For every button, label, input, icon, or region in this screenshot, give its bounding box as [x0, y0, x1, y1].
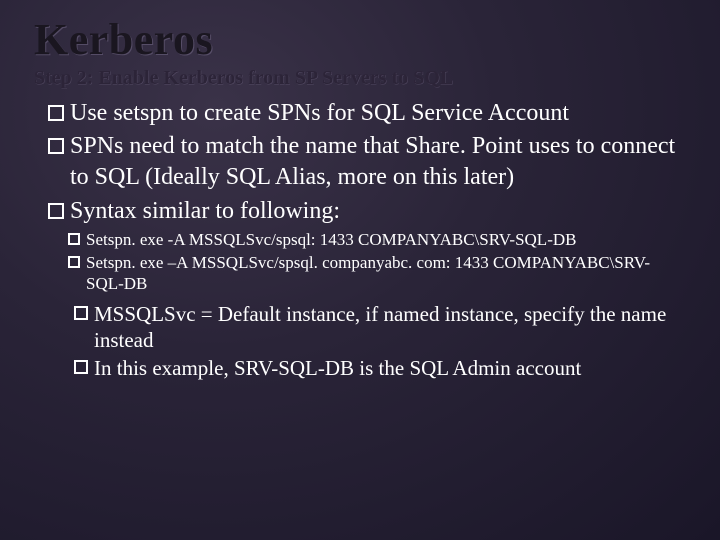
slide-title: Kerberos: [34, 14, 686, 65]
bullet-text: MSSQLSvc = Default instance, if named in…: [94, 301, 686, 354]
square-bullet-icon: [74, 360, 88, 374]
bullet-text: SPNs need to match the name that Share. …: [70, 131, 686, 193]
square-bullet-icon: [68, 256, 80, 268]
list-item: MSSQLSvc = Default instance, if named in…: [74, 301, 686, 354]
list-item: SPNs need to match the name that Share. …: [48, 131, 686, 193]
square-bullet-icon: [48, 203, 64, 219]
list-item: Setspn. exe –A MSSQLSvc/spsql. companyab…: [68, 252, 686, 295]
bullet-text: In this example, SRV-SQL-DB is the SQL A…: [94, 355, 581, 381]
bullet-list-level-3: Setspn. exe -A MSSQLSvc/spsql: 1433 COMP…: [34, 229, 686, 295]
list-item: Use setspn to create SPNs for SQL Servic…: [48, 98, 686, 129]
bullet-list-level-1: Use setspn to create SPNs for SQL Servic…: [34, 98, 686, 227]
bullet-text: Syntax similar to following:: [70, 196, 340, 227]
square-bullet-icon: [48, 105, 64, 121]
list-item: Setspn. exe -A MSSQLSvc/spsql: 1433 COMP…: [68, 229, 686, 250]
square-bullet-icon: [68, 233, 80, 245]
bullet-text: Setspn. exe –A MSSQLSvc/spsql. companyab…: [86, 252, 686, 295]
list-item: Syntax similar to following:: [48, 196, 686, 227]
square-bullet-icon: [48, 138, 64, 154]
bullet-text: Use setspn to create SPNs for SQL Servic…: [70, 98, 569, 129]
slide-subtitle: Step 2: Enable Kerberos from SP Servers …: [34, 67, 686, 90]
list-item: In this example, SRV-SQL-DB is the SQL A…: [74, 355, 686, 381]
bullet-list-level-2: MSSQLSvc = Default instance, if named in…: [34, 301, 686, 382]
square-bullet-icon: [74, 306, 88, 320]
bullet-text: Setspn. exe -A MSSQLSvc/spsql: 1433 COMP…: [86, 229, 576, 250]
